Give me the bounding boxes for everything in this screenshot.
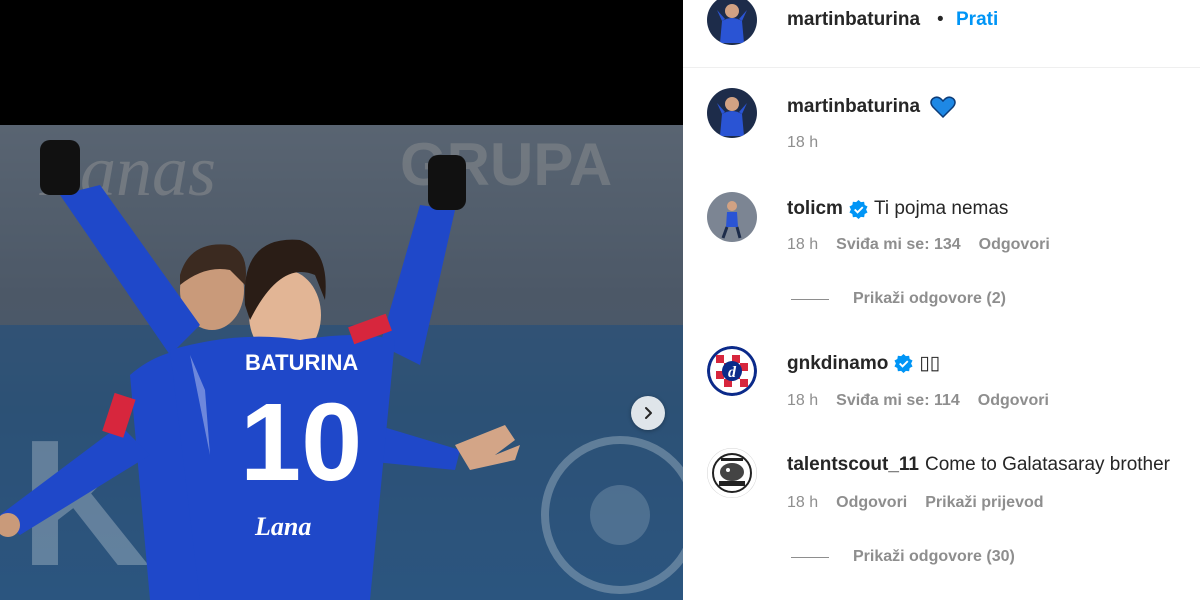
comment-username[interactable]: gnkdinamo [787, 353, 888, 375]
comment-text: ▯▯ [919, 353, 941, 374]
view-replies-button[interactable]: Prikaži odgovore (30) [791, 548, 1015, 566]
photo-illustration: Lanas GRUPA K BATURINA 10 Lana [0, 125, 683, 600]
post-photo: Lanas GRUPA K BATURINA 10 Lana [0, 125, 683, 600]
avatar[interactable] [707, 192, 757, 242]
jersey-sponsor: Lana [254, 512, 311, 541]
follow-button[interactable]: Prati [956, 9, 998, 31]
post-header: martinbaturina • Prati [683, 0, 1200, 68]
comments-panel: martinbaturina • Prati martinbaturina 18… [683, 0, 1200, 600]
blue-heart-icon [930, 96, 956, 118]
see-translation-button[interactable]: Prikaži prijevod [925, 494, 1043, 512]
chevron-right-icon [645, 407, 652, 419]
comment-text: Come to Galatasaray brother [925, 454, 1171, 475]
reply-button[interactable]: Odgovori [836, 494, 907, 512]
separator-dot: • [937, 9, 944, 30]
avatar[interactable] [707, 88, 757, 138]
likes-count[interactable]: Sviđa mi se: 114 [836, 392, 960, 410]
header-username[interactable]: martinbaturina [787, 9, 920, 31]
comment-text: Ti pojma nemas [873, 198, 1009, 219]
jersey-number: 10 [240, 381, 362, 504]
comment-time: 18 h [787, 494, 819, 511]
verified-badge-icon [894, 354, 913, 373]
replies-divider [791, 556, 829, 558]
avatar[interactable]: d [707, 346, 757, 396]
reply-button[interactable]: Odgovori [979, 236, 1050, 254]
replies-divider [791, 298, 829, 300]
caption-time: 18 h [787, 134, 819, 151]
jersey-name: BATURINA [245, 350, 358, 375]
verified-badge-icon [849, 199, 868, 219]
post-media: Lanas GRUPA K BATURINA 10 Lana [0, 0, 683, 600]
svg-text:d: d [728, 364, 737, 381]
view-replies-button[interactable]: Prikaži odgovore (2) [791, 290, 1006, 308]
comment-username[interactable]: tolicm [787, 198, 843, 220]
comment-time: 18 h [787, 392, 819, 409]
view-replies-label: Prikaži odgovore (30) [853, 548, 1015, 565]
avatar[interactable] [707, 0, 757, 45]
reply-button[interactable]: Odgovori [978, 392, 1049, 410]
comment-username[interactable]: talentscout_11 [787, 454, 919, 476]
comment-time: 18 h [787, 236, 819, 253]
next-photo-button[interactable] [631, 396, 665, 430]
view-replies-label: Prikaži odgovore (2) [853, 290, 1006, 307]
likes-count[interactable]: Sviđa mi se: 134 [836, 236, 961, 254]
avatar[interactable] [707, 448, 757, 498]
caption-username[interactable]: martinbaturina [787, 96, 920, 118]
